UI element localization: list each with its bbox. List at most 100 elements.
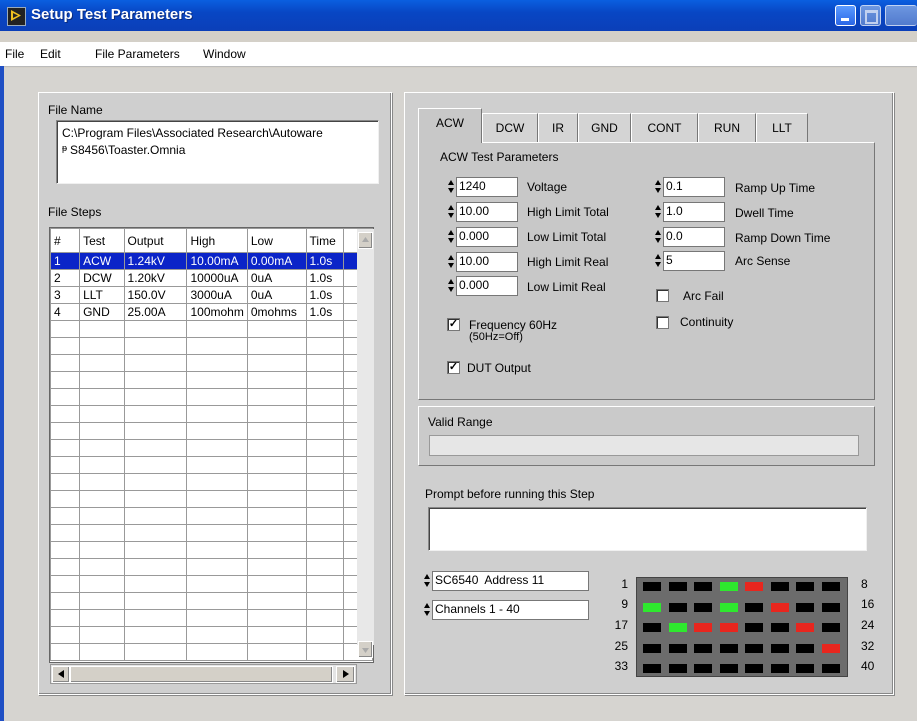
vertical-scrollbar[interactable]	[357, 229, 374, 645]
spin-arrows-icon[interactable]	[447, 253, 455, 271]
table-row[interactable]	[50, 626, 373, 644]
table-row[interactable]	[50, 354, 373, 372]
table-row[interactable]	[50, 337, 373, 355]
spin-arrows-icon[interactable]	[447, 277, 455, 295]
dut-output-checkbox[interactable]: ✓	[447, 361, 460, 374]
table-row[interactable]	[50, 473, 373, 491]
frequency-checkbox[interactable]: ✓	[447, 318, 460, 331]
arc-fail-checkbox[interactable]	[656, 289, 669, 302]
menu-file-parameters[interactable]: File Parameters	[95, 47, 180, 61]
voltage-control[interactable]: 1240	[447, 177, 519, 197]
column-header[interactable]: Low	[246, 228, 307, 253]
column-header[interactable]: High	[186, 228, 248, 253]
table-row[interactable]	[50, 320, 373, 338]
dwell-time-control[interactable]: 1.0	[654, 202, 726, 222]
table-row[interactable]	[50, 643, 373, 661]
table-row[interactable]	[50, 575, 373, 593]
table-cell	[79, 371, 125, 389]
scroll-left-button[interactable]	[52, 666, 70, 683]
continuity-checkbox[interactable]	[656, 316, 669, 329]
tab-llt[interactable]: LLT	[756, 113, 808, 142]
high-limit-total-control[interactable]: 10.00	[447, 202, 519, 222]
ramp-down-time-control[interactable]: 0.0	[654, 227, 726, 247]
spin-arrows-icon[interactable]	[654, 252, 662, 270]
tab-cont[interactable]: CONT	[631, 113, 698, 142]
spin-arrows-icon[interactable]	[447, 178, 455, 196]
low-limit-total-input[interactable]: 0.000	[456, 227, 518, 247]
table-row[interactable]: 1 ACW 1.24kV 10.00mA 0.00mA 1.0s	[50, 252, 373, 270]
table-row[interactable]: 2 DCW 1.20kV 10000uA 0uA 1.0s	[50, 269, 373, 287]
spin-arrows-icon[interactable]	[447, 203, 455, 221]
scroll-right-button[interactable]	[336, 666, 355, 683]
spin-arrows-icon[interactable]	[654, 228, 662, 246]
spin-arrows-icon[interactable]	[447, 228, 455, 246]
table-row[interactable]	[50, 405, 373, 423]
table-cell: 1	[50, 252, 81, 270]
low-limit-real-control[interactable]: 0.000	[447, 276, 519, 296]
dwell-time-input[interactable]: 1.0	[663, 202, 725, 222]
table-row[interactable]	[50, 507, 373, 525]
table-row[interactable]	[50, 456, 373, 474]
channels-value[interactable]: Channels 1 - 40	[432, 600, 589, 620]
menu-window[interactable]: Window	[203, 47, 246, 61]
channel-led	[745, 664, 763, 673]
table-row[interactable]: 4 GND 25.00A 100mohm 0mohms 1.0s	[50, 303, 373, 321]
ramp-down-time-input[interactable]: 0.0	[663, 227, 725, 247]
menu-file[interactable]: File	[5, 47, 24, 61]
scanner-device-value[interactable]: SC6540 Address 11	[432, 571, 589, 591]
column-header[interactable]: Output	[123, 228, 188, 253]
high-limit-real-input[interactable]: 10.00	[456, 252, 518, 272]
scroll-up-button[interactable]	[358, 232, 373, 249]
tab-run[interactable]: RUN	[698, 113, 756, 142]
spin-arrows-icon[interactable]	[654, 178, 662, 196]
channels-control[interactable]: Channels 1 - 40	[423, 600, 589, 620]
spin-arrows-icon[interactable]	[423, 601, 431, 619]
table-cell	[50, 609, 81, 627]
ramp-up-time-control[interactable]: 0.1	[654, 177, 726, 197]
column-header[interactable]: #	[50, 228, 81, 253]
table-row[interactable]	[50, 558, 373, 576]
close-button[interactable]	[885, 5, 917, 26]
table-cell	[123, 422, 188, 440]
low-limit-total-control[interactable]: 0.000	[447, 227, 519, 247]
voltage-label: Voltage	[527, 180, 568, 194]
table-cell	[246, 643, 307, 661]
table-cell	[79, 320, 125, 338]
spin-arrows-icon[interactable]	[654, 203, 662, 221]
tab-gnd[interactable]: GND	[578, 113, 631, 142]
minimize-button[interactable]	[835, 5, 856, 26]
tab-dcw[interactable]: DCW	[482, 113, 538, 142]
tab-acw[interactable]: ACW	[418, 108, 482, 143]
arc-sense-input[interactable]: 5	[663, 251, 725, 271]
table-row[interactable]	[50, 524, 373, 542]
table-cell	[186, 405, 248, 423]
horizontal-scroll-thumb[interactable]	[70, 666, 333, 683]
low-limit-real-input[interactable]: 0.000	[456, 276, 518, 296]
table-row[interactable]	[50, 609, 373, 627]
tab-ir[interactable]: IR	[538, 113, 578, 142]
table-row[interactable]	[50, 490, 373, 508]
maximize-button[interactable]	[860, 5, 881, 26]
high-limit-total-input[interactable]: 10.00	[456, 202, 518, 222]
column-header[interactable]: Time	[305, 228, 345, 253]
table-row[interactable]	[50, 388, 373, 406]
channel-led	[745, 644, 763, 653]
table-row[interactable]	[50, 422, 373, 440]
table-row[interactable]	[50, 371, 373, 389]
table-cell	[123, 337, 188, 355]
table-row[interactable]: 3 LLT 150.0V 3000uA 0uA 1.0s	[50, 286, 373, 304]
prompt-input[interactable]	[428, 507, 867, 551]
menu-edit[interactable]: Edit	[40, 47, 61, 61]
table-row[interactable]	[50, 439, 373, 457]
arc-sense-control[interactable]: 5	[654, 251, 726, 271]
spin-arrows-icon[interactable]	[423, 572, 431, 590]
voltage-input[interactable]: 1240	[456, 177, 518, 197]
table-row[interactable]	[50, 592, 373, 610]
high-limit-real-control[interactable]: 10.00	[447, 252, 519, 272]
scanner-device-control[interactable]: SC6540 Address 11	[423, 571, 589, 591]
ramp-up-time-input[interactable]: 0.1	[663, 177, 725, 197]
scroll-down-button[interactable]	[358, 641, 373, 658]
file-steps-table[interactable]: # Test Output High Low Time 1 ACW 1.24kV 10.00mA 0…	[49, 227, 374, 663]
column-header[interactable]: Test	[79, 228, 125, 253]
table-row[interactable]	[50, 541, 373, 559]
